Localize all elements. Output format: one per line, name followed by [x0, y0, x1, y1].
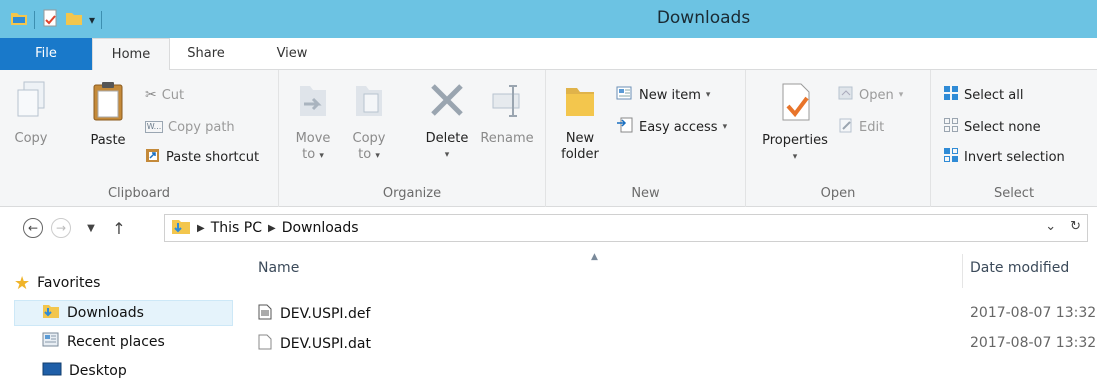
tab-share[interactable]: Share	[175, 38, 237, 70]
select-label: Select	[993, 186, 1035, 201]
file-date: 2017-08-07 13:32	[970, 305, 1097, 321]
new-folder-icon	[558, 80, 602, 125]
rename-button[interactable]: Rename	[479, 80, 535, 147]
desktop-icon	[42, 361, 62, 381]
open-icon	[838, 85, 854, 105]
properties-button[interactable]: Properties ▾	[756, 80, 834, 165]
new-label: New	[631, 186, 660, 201]
breadcrumb-this-pc[interactable]: This PC	[211, 220, 262, 236]
nav-item-downloads[interactable]: Downloads	[42, 300, 144, 326]
title-bar: ▾ Downloads	[0, 0, 1097, 38]
open-button[interactable]: Open ▾	[838, 84, 903, 106]
open-label: Open	[820, 186, 856, 201]
file-list: ▲ Name Date modified DEV.USPI.def 2017-0…	[236, 250, 1097, 383]
clipboard-icon	[80, 80, 136, 127]
copy-path-button[interactable]: W... Copy path	[145, 116, 235, 138]
copy-to-button[interactable]: Copy to ▾	[349, 80, 389, 164]
clipboard-label: Clipboard	[107, 186, 171, 201]
blank-file-icon	[258, 334, 272, 354]
cut-button[interactable]: ✂ Cut	[145, 84, 184, 106]
new-item-button[interactable]: New item ▾	[616, 84, 710, 106]
easy-access-icon	[616, 117, 634, 137]
select-none-button[interactable]: Select none	[943, 116, 1041, 138]
back-button[interactable]: ←	[22, 217, 44, 239]
text-file-icon	[258, 304, 272, 324]
breadcrumb-separator-icon[interactable]: ▶	[268, 223, 276, 234]
ribbon-tabs: File Home Share View	[0, 38, 1097, 71]
new-group: New folder New item ▾ Easy access ▾ New	[546, 70, 746, 207]
paste-button[interactable]: Paste	[80, 80, 136, 149]
address-bar[interactable]: ▶ This PC ▶ Downloads ⌄ ↻	[164, 214, 1088, 242]
forward-arrow-icon: →	[51, 218, 71, 238]
organize-label: Organize	[382, 186, 442, 201]
paste-shortcut-button[interactable]: Paste shortcut	[145, 146, 259, 168]
paste-shortcut-icon	[145, 147, 161, 167]
file-row[interactable]: DEV.USPI.def 2017-08-07 13:32	[236, 300, 1097, 326]
downloads-folder-icon	[171, 217, 191, 239]
star-icon: ★	[14, 272, 31, 294]
organize-group: Move to ▾ Copy to ▾ Delete ▾ Rename Orga…	[279, 70, 546, 207]
copy-to-icon	[349, 80, 389, 125]
properties-icon	[756, 80, 834, 127]
nav-favorites[interactable]: ★ Favorites	[14, 270, 100, 296]
refresh-icon[interactable]: ↻	[1070, 219, 1081, 234]
file-row[interactable]: DEV.USPI.dat 2017-08-07 13:32	[236, 330, 1097, 356]
nav-item-desktop[interactable]: Desktop	[42, 358, 127, 383]
file-name: DEV.USPI.dat	[280, 336, 371, 352]
file-date: 2017-08-07 13:32	[970, 335, 1097, 351]
back-arrow-icon: ←	[23, 218, 43, 238]
downloads-folder-icon	[42, 303, 60, 323]
sort-ascending-icon: ▲	[591, 252, 598, 262]
column-header-name[interactable]: Name	[258, 260, 299, 276]
recent-places-icon	[42, 332, 60, 352]
copy-icon	[10, 80, 52, 125]
copy-path-icon: W...	[145, 121, 163, 133]
nav-item-recent-places[interactable]: Recent places	[42, 329, 165, 355]
select-none-icon	[943, 117, 959, 137]
invert-selection-icon	[943, 147, 959, 167]
new-folder-button[interactable]: New folder	[558, 80, 602, 163]
tab-view[interactable]: View	[264, 38, 320, 70]
file-name: DEV.USPI.def	[280, 306, 371, 322]
rename-icon	[479, 80, 535, 125]
window-title: Downloads	[656, 8, 751, 28]
select-group: Select all Select none Invert selection …	[931, 70, 1097, 207]
recent-locations-button[interactable]: ▼	[80, 217, 102, 239]
new-item-icon	[616, 85, 634, 105]
address-row: ← → ▼ ↑ ▶ This PC ▶ Downloads ⌄ ↻	[0, 208, 1097, 248]
tab-home[interactable]: Home	[92, 38, 170, 71]
breadcrumb-separator-icon[interactable]: ▶	[197, 223, 205, 234]
invert-selection-button[interactable]: Invert selection	[943, 146, 1065, 168]
open-group: Properties ▾ Open ▾ Edit Open	[746, 70, 931, 207]
tab-file[interactable]: File	[0, 38, 92, 70]
edit-icon	[838, 117, 854, 137]
delete-button[interactable]: Delete ▾	[421, 80, 473, 163]
up-button[interactable]: ↑	[108, 217, 130, 239]
clipboard-group: Copy Paste ✂ Cut W... Copy path Paste sh…	[0, 70, 279, 207]
address-dropdown-icon[interactable]: ⌄	[1045, 219, 1056, 234]
breadcrumb-downloads[interactable]: Downloads	[282, 220, 359, 236]
navigation-pane: ★ Favorites Downloads Recent places Desk…	[0, 250, 233, 383]
delete-x-icon	[421, 80, 473, 125]
ribbon: Copy Paste ✂ Cut W... Copy path Paste sh…	[0, 70, 1097, 207]
easy-access-button[interactable]: Easy access ▾	[616, 116, 727, 138]
move-to-button[interactable]: Move to ▾	[293, 80, 333, 164]
move-to-icon	[293, 80, 333, 125]
copy-button[interactable]: Copy	[10, 80, 52, 147]
chevron-down-icon: ▼	[87, 222, 95, 234]
column-header-date-modified[interactable]: Date modified	[970, 260, 1069, 276]
forward-button[interactable]: →	[50, 217, 72, 239]
select-all-icon	[943, 85, 959, 105]
up-arrow-icon: ↑	[112, 218, 126, 238]
scissors-icon: ✂	[145, 87, 157, 103]
edit-button[interactable]: Edit	[838, 116, 884, 138]
select-all-button[interactable]: Select all	[943, 84, 1023, 106]
